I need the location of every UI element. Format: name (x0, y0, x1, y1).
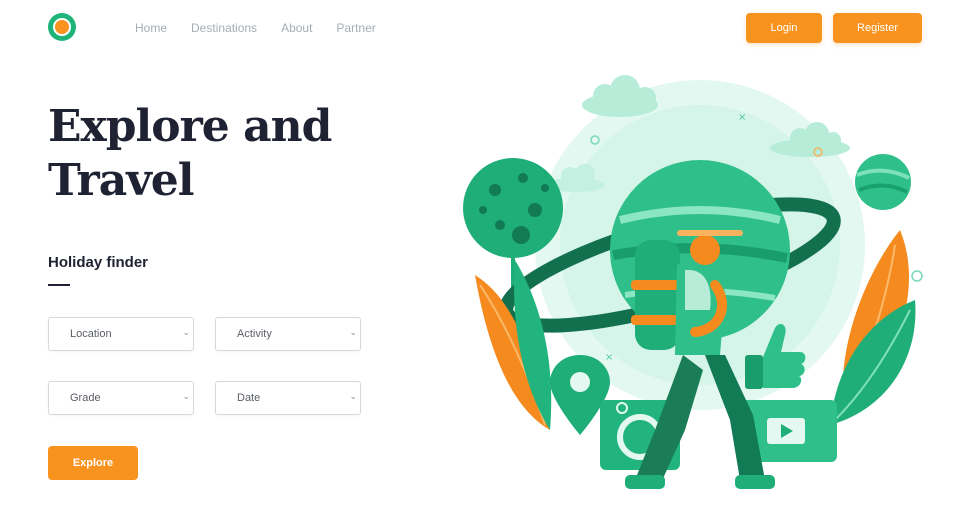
cloud-icon (582, 75, 658, 117)
logo-icon[interactable] (48, 13, 76, 41)
dot-icon (911, 270, 923, 282)
grade-select[interactable]: Grade ⌄ (48, 381, 194, 415)
sparkle-icon: × (738, 112, 746, 123)
chevron-down-icon: ⌄ (349, 327, 357, 337)
activity-select[interactable]: Activity ⌄ (215, 317, 361, 351)
nav-partner-link[interactable]: Partner (336, 20, 375, 36)
main-nav: Home Destinations About Partner (135, 20, 400, 36)
page-title-line-2: Travel (48, 155, 195, 206)
travel-illustration: × × (463, 75, 923, 489)
page-title-line-1: Explore and (48, 101, 332, 152)
login-button[interactable]: Login (746, 13, 822, 43)
location-select[interactable]: Location ⌄ (48, 317, 194, 351)
chevron-down-icon: ⌄ (182, 327, 190, 337)
grade-select-value: Grade (70, 392, 101, 404)
chevron-down-icon: ⌄ (349, 391, 357, 401)
location-select-value: Location (70, 328, 112, 340)
register-button[interactable]: Register (833, 13, 922, 43)
nav-destinations-link[interactable]: Destinations (191, 20, 257, 36)
nav-home-link[interactable]: Home (135, 20, 167, 36)
activity-select-value: Activity (237, 328, 272, 340)
explore-button[interactable]: Explore (48, 446, 138, 480)
date-select-value: Date (237, 392, 261, 404)
heading-underline (48, 284, 70, 286)
nav-about-link[interactable]: About (281, 20, 312, 36)
planet-small-icon (855, 154, 911, 210)
sparkle-icon: × (605, 352, 613, 363)
chevron-down-icon: ⌄ (182, 391, 190, 401)
page-title: Explore and Travel (48, 100, 332, 208)
holiday-finder-heading: Holiday finder (48, 254, 149, 271)
moon-planet-icon (463, 158, 563, 258)
date-select[interactable]: Date ⌄ (215, 381, 361, 415)
